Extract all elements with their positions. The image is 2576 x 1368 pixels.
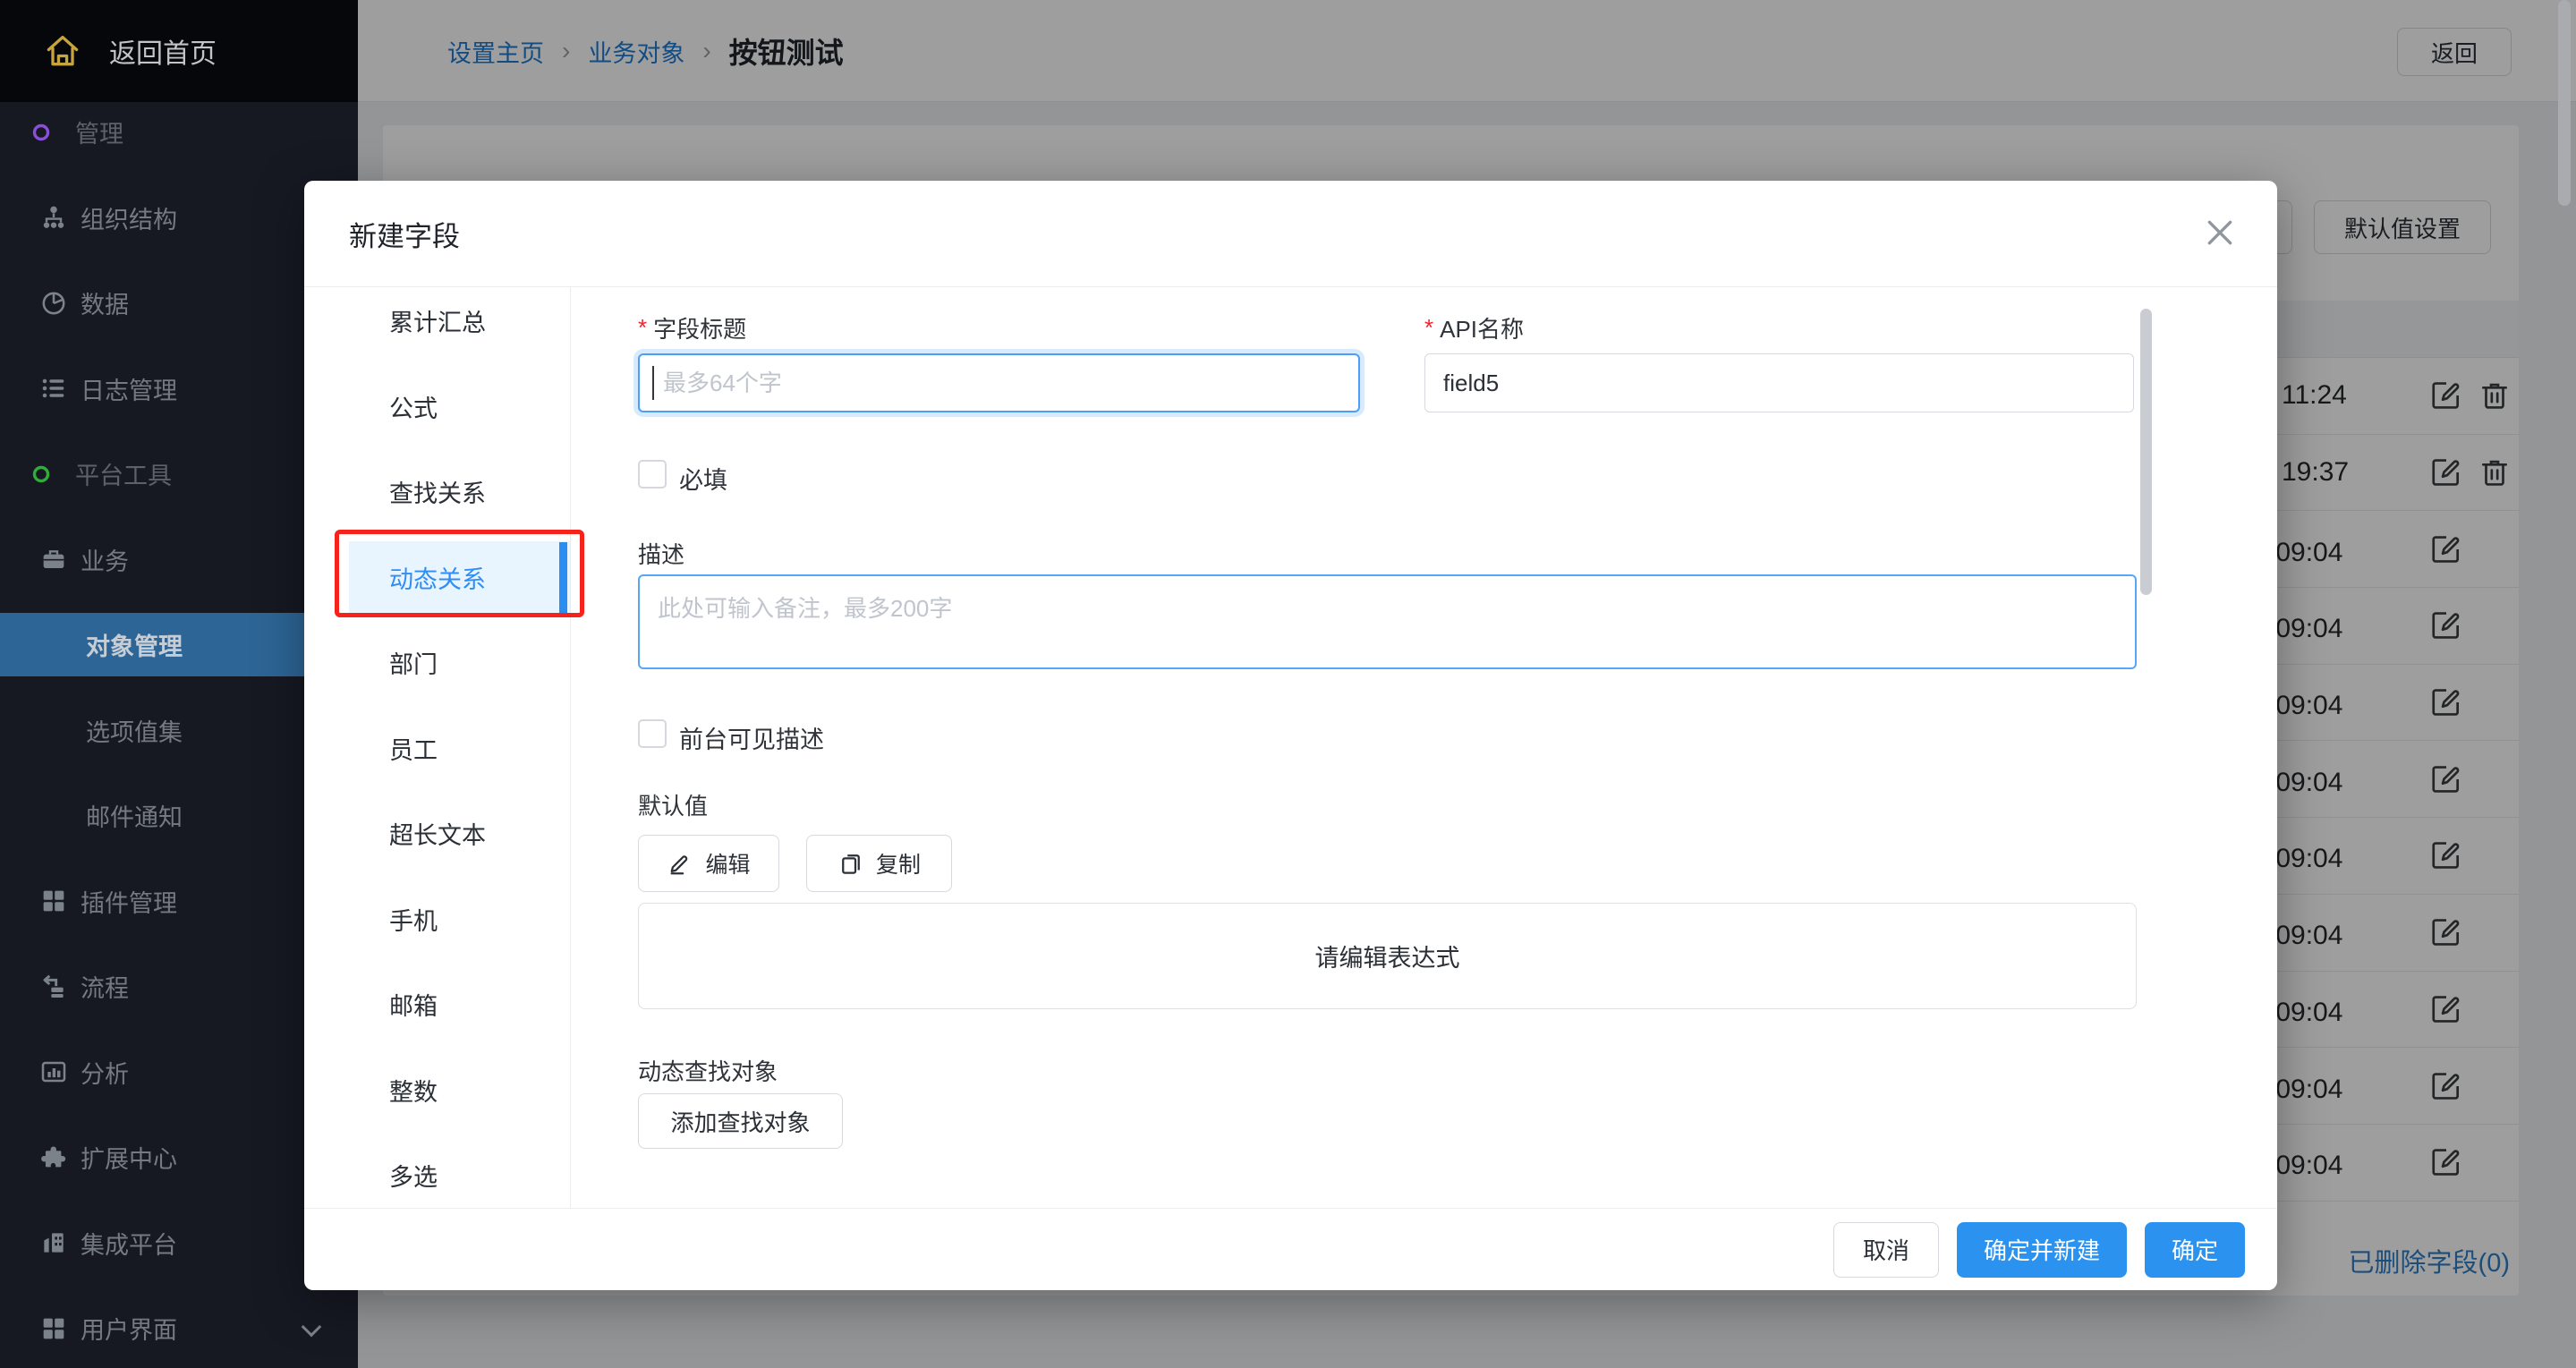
- api-name-input[interactable]: [1424, 353, 2134, 412]
- field-type-item[interactable]: 累计汇总: [349, 287, 570, 364]
- sidebar-item-label: 组织结构: [81, 200, 177, 235]
- modal-title: 新建字段: [349, 181, 460, 286]
- field-type-item[interactable]: 邮箱: [349, 962, 570, 1048]
- sidebar-item-label: 日志管理: [81, 371, 177, 406]
- sidebar-item-label: 分析: [81, 1055, 129, 1090]
- sidebar-item-icon: [39, 203, 68, 232]
- edit-expression-button[interactable]: 编辑: [638, 835, 779, 892]
- required-asterisk: *: [1424, 314, 1433, 342]
- field-type-item[interactable]: 查找关系: [349, 449, 570, 535]
- copy-expression-button[interactable]: 复制: [806, 835, 952, 892]
- sidebar-item[interactable]: 管理: [0, 89, 358, 175]
- expression-box[interactable]: 请编辑表达式: [638, 903, 2137, 1009]
- field-type-item[interactable]: 手机: [349, 877, 570, 963]
- sidebar-item-icon: [39, 289, 68, 318]
- modal-footer: 取消 确定并新建 确定: [304, 1208, 2277, 1290]
- field-type-item[interactable]: 超长文本: [349, 791, 570, 877]
- field-type-item[interactable]: 动态关系: [349, 535, 570, 621]
- required-checkbox[interactable]: [638, 460, 667, 489]
- list-form-divider: [570, 287, 571, 1208]
- copy-icon: [837, 850, 864, 877]
- description-label: 描述: [638, 537, 684, 570]
- sidebar-item-label: 管理: [75, 115, 123, 149]
- sidebar-item-label: 对象管理: [86, 627, 183, 662]
- close-icon[interactable]: [2202, 215, 2238, 251]
- field-type-label: 查找关系: [389, 474, 486, 509]
- sidebar-item[interactable]: 用户界面: [0, 1286, 358, 1368]
- field-type-item[interactable]: 整数: [349, 1048, 570, 1134]
- confirm-button[interactable]: 确定: [2145, 1222, 2245, 1278]
- field-type-label: 公式: [389, 389, 438, 424]
- sidebar-item-icon: [39, 973, 68, 1001]
- front-visible-desc-checkbox[interactable]: [638, 719, 667, 748]
- field-type-label: 手机: [389, 902, 438, 937]
- modal-scrollbar[interactable]: [2140, 309, 2152, 595]
- confirm-and-new-button[interactable]: 确定并新建: [1957, 1222, 2127, 1278]
- pencil-icon: [667, 850, 693, 877]
- viewport-scrollbar[interactable]: [2558, 0, 2571, 206]
- app-root: 设置主页 › 业务对象 › 按钮测试 返回 默认值设置 11: [0, 0, 2576, 1368]
- cancel-button[interactable]: 取消: [1833, 1222, 1939, 1278]
- sidebar-item-label: 数据: [81, 285, 129, 320]
- sidebar-brand[interactable]: 返回首页: [0, 0, 358, 102]
- field-type-label: 员工: [389, 731, 438, 766]
- default-value-label: 默认值: [638, 788, 708, 821]
- field-title-input[interactable]: [638, 353, 1360, 412]
- sidebar-item-label: 集成平台: [81, 1226, 177, 1261]
- sidebar-item-icon: [39, 1228, 68, 1257]
- field-type-item[interactable]: 公式: [349, 364, 570, 450]
- sidebar-item-label: 平台工具: [75, 456, 172, 491]
- front-visible-desc-label: 前台可见描述: [679, 720, 824, 755]
- required-checkbox-label: 必填: [679, 461, 727, 496]
- add-lookup-object-button[interactable]: 添加查找对象: [638, 1093, 843, 1149]
- description-textarea[interactable]: [638, 574, 2137, 669]
- sidebar-item-icon: [39, 1143, 68, 1172]
- field-type-item[interactable]: 多选: [349, 1133, 570, 1208]
- field-type-list: 累计汇总 公式 查找关系 动态关系 部门: [349, 287, 570, 1208]
- field-type-item[interactable]: 部门: [349, 620, 570, 706]
- sidebar-item-label: 业务: [81, 542, 129, 577]
- expression-placeholder: 请编辑表达式: [1315, 939, 1460, 973]
- field-type-label: 多选: [389, 1158, 438, 1193]
- api-name-label: * API名称: [1424, 311, 1524, 344]
- sidebar-brand-label: 返回首页: [109, 31, 217, 71]
- sidebar-item-icon: [39, 545, 68, 574]
- sidebar-item-icon: [39, 1058, 68, 1086]
- field-type-label: 动态关系: [389, 560, 486, 595]
- sidebar-item-icon: [30, 463, 52, 485]
- sidebar-item-label: 流程: [81, 969, 129, 1004]
- field-type-item[interactable]: 员工: [349, 706, 570, 792]
- field-type-label: 整数: [389, 1073, 438, 1108]
- sidebar-item-label: 用户界面: [81, 1311, 177, 1346]
- required-asterisk: *: [638, 314, 647, 342]
- sidebar-item-icon: [39, 1314, 68, 1343]
- dynamic-lookup-label: 动态查找对象: [638, 1054, 778, 1087]
- field-type-label: 超长文本: [389, 816, 486, 851]
- sidebar-item-icon: [39, 374, 68, 403]
- sidebar-item-label: 扩展中心: [81, 1140, 177, 1175]
- field-type-label: 累计汇总: [389, 303, 486, 338]
- sidebar-item-label: 邮件通知: [86, 798, 183, 833]
- sidebar-item-icon: [30, 122, 52, 143]
- sidebar-item-label: 选项值集: [86, 713, 183, 748]
- field-title-label: * 字段标题: [638, 311, 746, 344]
- sidebar-item-label: 插件管理: [81, 884, 177, 919]
- text-cursor: [652, 366, 654, 400]
- modal-body: 累计汇总 公式 查找关系 动态关系 部门: [304, 287, 2277, 1208]
- sidebar-item-icon: [39, 887, 68, 915]
- new-field-modal: 新建字段 累计汇总 公式 查找关系: [304, 181, 2277, 1290]
- field-type-label: 部门: [389, 645, 438, 680]
- home-icon: [43, 31, 82, 71]
- field-type-label: 邮箱: [389, 987, 438, 1022]
